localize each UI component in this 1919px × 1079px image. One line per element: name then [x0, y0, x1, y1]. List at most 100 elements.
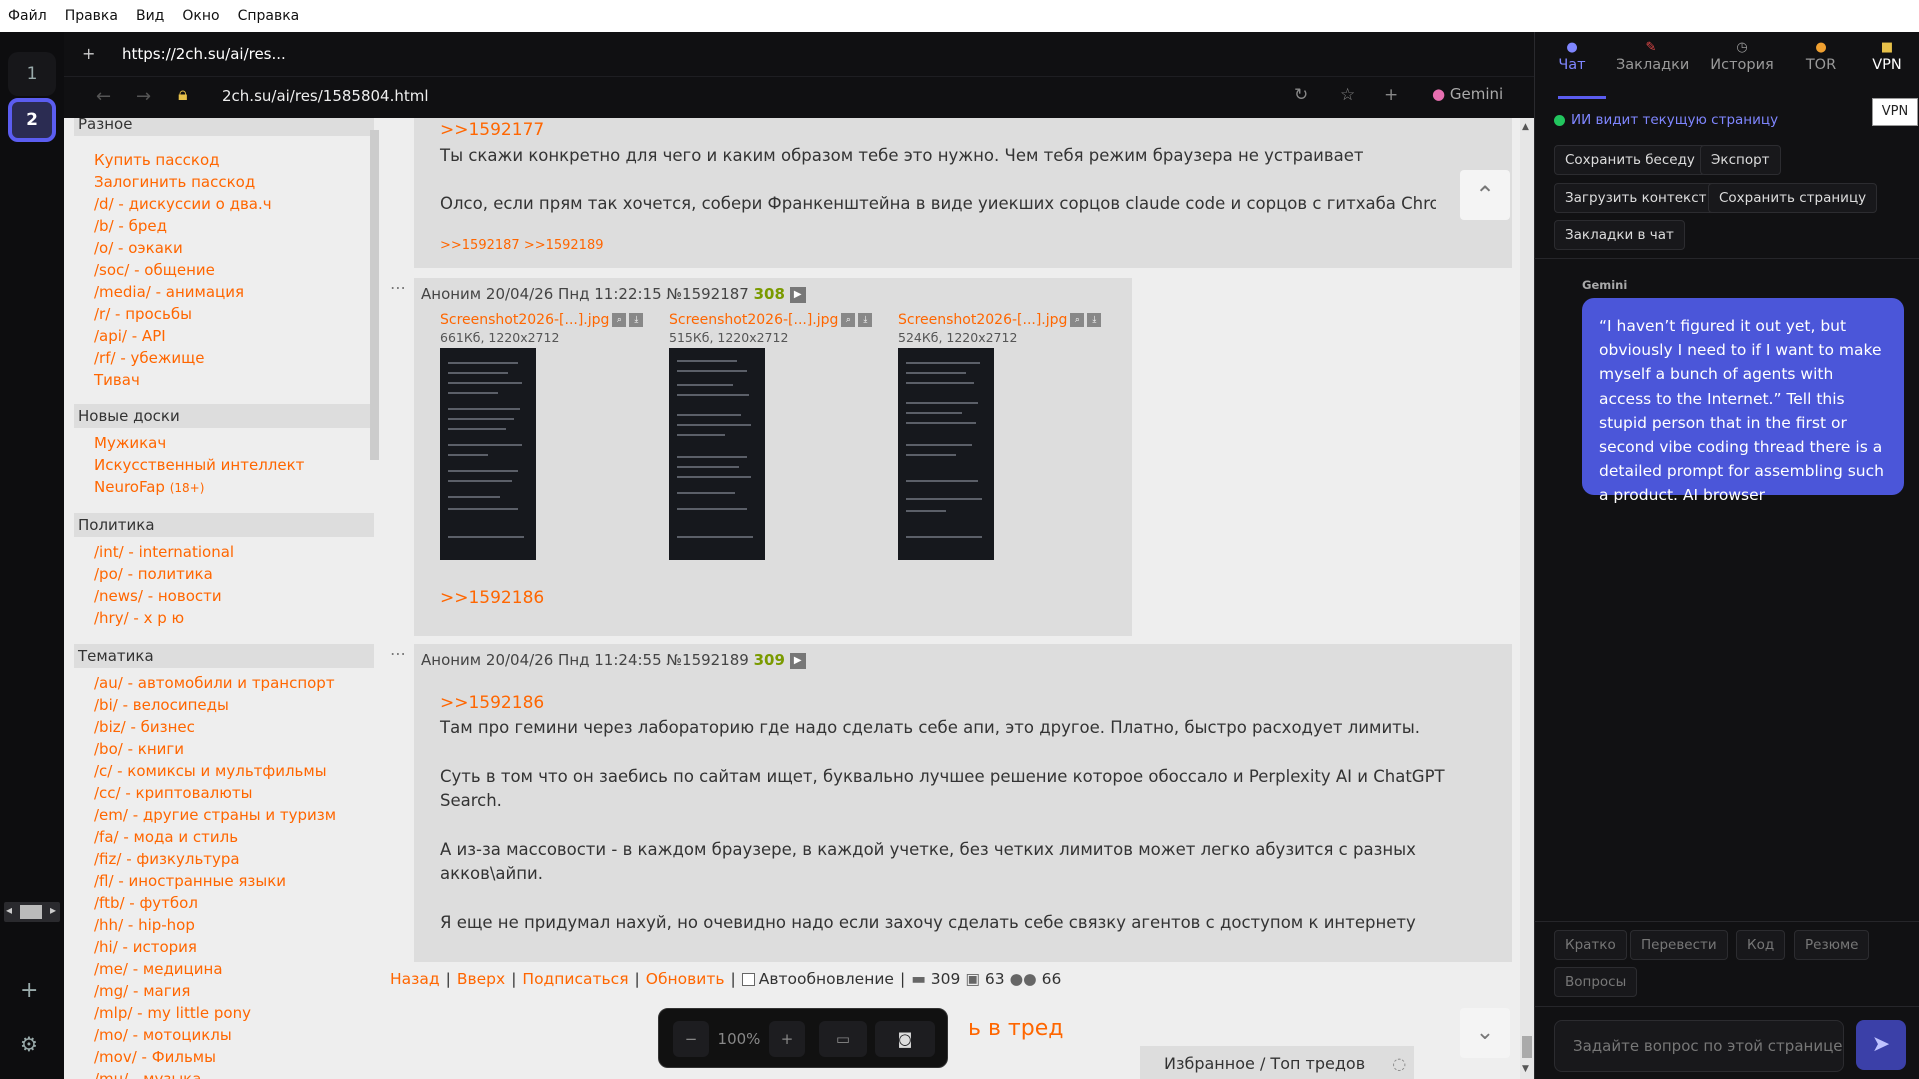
- tab-tor[interactable]: ● TOR: [1786, 40, 1856, 73]
- scroll-left-icon[interactable]: ◂: [6, 903, 12, 917]
- post-id[interactable]: №1592187: [666, 285, 748, 303]
- nav-link[interactable]: Мужикач: [94, 434, 166, 452]
- download-icon[interactable]: ⤓: [858, 313, 873, 327]
- file-name[interactable]: Screenshot2026-[...].jpg: [440, 312, 609, 328]
- bookmarks-to-chat-button[interactable]: Закладки в чат: [1554, 220, 1685, 250]
- autorefresh-checkbox[interactable]: [741, 973, 755, 986]
- refresh-link[interactable]: Обновить: [646, 970, 725, 988]
- tab-title[interactable]: https://2ch.su/ai/res...: [122, 45, 286, 63]
- nav-link[interactable]: /hi/ - история: [94, 938, 197, 956]
- nav-link[interactable]: /mov/ - Фильмы: [94, 1048, 216, 1066]
- tab-chat[interactable]: ● Чат: [1537, 40, 1607, 73]
- quick-translate-button[interactable]: Перевести: [1630, 930, 1728, 960]
- quick-resume-button[interactable]: Резюме: [1794, 930, 1870, 960]
- workspace-1-button[interactable]: 1: [8, 52, 56, 96]
- forward-arrow-icon[interactable]: →: [136, 86, 151, 107]
- post-ref-link[interactable]: >>1592177: [440, 120, 544, 140]
- quick-questions-button[interactable]: Вопросы: [1554, 967, 1638, 997]
- post-menu-icon[interactable]: ⋯: [390, 278, 406, 297]
- export-button[interactable]: Экспорт: [1700, 145, 1781, 175]
- play-icon[interactable]: ▶: [789, 652, 806, 669]
- nav-link[interactable]: /soc/ - общение: [94, 261, 215, 279]
- subscribe-link[interactable]: Подписаться: [522, 970, 628, 988]
- back-arrow-icon[interactable]: ←: [96, 86, 111, 107]
- address-input[interactable]: 2ch.su/ai/res/1585804.html: [222, 87, 429, 105]
- nav-link[interactable]: /fiz/ - физкультура: [94, 850, 240, 868]
- nav-link[interactable]: Тивач: [94, 371, 140, 389]
- scroll-up-arrow-icon[interactable]: ▲: [1522, 122, 1529, 132]
- nav-link[interactable]: /d/ - дискуссии о два.ч: [94, 195, 272, 213]
- nav-link[interactable]: /cc/ - криптовалюты: [94, 784, 252, 802]
- save-chat-button[interactable]: Сохранить беседу: [1554, 145, 1706, 175]
- nav-link[interactable]: /bi/ - велосипеды: [94, 696, 229, 714]
- file-link[interactable]: Screenshot2026-[...].jpg ⌕ ⤓: [440, 312, 644, 328]
- menu-help[interactable]: Справка: [238, 8, 300, 24]
- image-thumbnail[interactable]: [440, 348, 536, 560]
- scroll-down-arrow-icon[interactable]: ▼: [1522, 1064, 1529, 1074]
- workspace-2-button[interactable]: 2: [8, 98, 56, 142]
- nav-link[interactable]: /rf/ - убежище: [94, 349, 204, 367]
- menu-edit[interactable]: Правка: [65, 8, 118, 24]
- nav-link[interactable]: /bo/ - книги: [94, 740, 184, 758]
- camera-icon[interactable]: ◙: [875, 1021, 935, 1057]
- nav-link[interactable]: /mlp/ - my little pony: [94, 1004, 251, 1022]
- file-link[interactable]: Screenshot2026-[...].jpg ⌕ ⤓: [898, 312, 1102, 328]
- favorites-bar[interactable]: Избранное / Топ тредов ◌: [1140, 1046, 1414, 1079]
- nav-link[interactable]: Купить пасскод: [94, 151, 220, 169]
- nav-link[interactable]: /po/ - политика: [94, 565, 213, 583]
- file-name[interactable]: Screenshot2026-[...].jpg: [669, 312, 838, 328]
- search-icon[interactable]: ⌕: [1070, 313, 1085, 327]
- nav-link[interactable]: /ftb/ - футбол: [94, 894, 198, 912]
- nav-link[interactable]: /hh/ - hip-hop: [94, 916, 195, 934]
- nav-link[interactable]: /api/ - API: [94, 327, 166, 345]
- scroll-right-icon[interactable]: ▸: [50, 903, 56, 917]
- tab-bookmarks[interactable]: ✎ Закладки: [1616, 40, 1689, 73]
- bookmark-star-icon[interactable]: ☆: [1340, 85, 1355, 105]
- download-icon[interactable]: ⤓: [1087, 313, 1102, 327]
- nav-link[interactable]: /me/ - медицина: [94, 960, 223, 978]
- page-scroll-thumb[interactable]: [1522, 1036, 1532, 1058]
- download-icon[interactable]: ⤓: [629, 313, 644, 327]
- post-ref-link[interactable]: >>1592186: [440, 588, 544, 608]
- rail-scroll-thumb[interactable]: [20, 905, 42, 919]
- page-scrollbar[interactable]: ▲ ▼: [1520, 118, 1534, 1079]
- nav-link[interactable]: /r/ - просьбы: [94, 305, 192, 323]
- reload-icon[interactable]: ↻: [1294, 85, 1308, 105]
- nav-link[interactable]: /au/ - автомобили и транспорт: [94, 674, 335, 692]
- tab-history[interactable]: ◷ История: [1707, 40, 1777, 73]
- quick-summary-button[interactable]: Кратко: [1554, 930, 1627, 960]
- post-menu-icon[interactable]: ⋯: [390, 644, 406, 663]
- rail-scrollbar[interactable]: ◂ ▸: [4, 902, 60, 922]
- zoom-out-button[interactable]: −: [673, 1021, 709, 1057]
- image-thumbnail[interactable]: [898, 348, 994, 560]
- nav-link[interactable]: Искусственный интеллект: [94, 456, 304, 474]
- save-page-button[interactable]: Сохранить страницу: [1708, 183, 1878, 213]
- play-icon[interactable]: ▶: [789, 286, 806, 303]
- screen-icon[interactable]: ▭: [819, 1021, 867, 1057]
- nav-link[interactable]: /mu/ - музыка: [94, 1070, 201, 1079]
- quick-code-button[interactable]: Код: [1736, 930, 1786, 960]
- menu-file[interactable]: Файл: [8, 8, 47, 24]
- post-id[interactable]: №1592189: [666, 651, 748, 669]
- file-name[interactable]: Screenshot2026-[...].jpg: [898, 312, 1067, 328]
- search-icon[interactable]: ⌕: [841, 313, 856, 327]
- nav-link[interactable]: Залогинить пасскод: [94, 173, 255, 191]
- ask-input[interactable]: [1554, 1020, 1844, 1072]
- new-tab-icon[interactable]: +: [82, 44, 95, 63]
- image-thumbnail[interactable]: [669, 348, 765, 560]
- scroll-down-button[interactable]: ⌄: [1460, 1008, 1510, 1058]
- nav-link[interactable]: /hry/ - х р ю: [94, 609, 184, 627]
- nav-link[interactable]: /fa/ - мода и стиль: [94, 828, 238, 846]
- nav-link[interactable]: /em/ - другие страны и туризм: [94, 806, 336, 824]
- scroll-up-button[interactable]: ⌃: [1460, 170, 1510, 220]
- add-workspace-icon[interactable]: +: [20, 978, 38, 1003]
- file-link[interactable]: Screenshot2026-[...].jpg ⌕ ⤓: [669, 312, 873, 328]
- nav-link[interactable]: /fl/ - иностранные языки: [94, 872, 286, 890]
- reply-in-thread-link[interactable]: ь в тред: [968, 1016, 1063, 1041]
- nav-link[interactable]: /int/ - international: [94, 543, 234, 561]
- nav-link[interactable]: /o/ - оэкаки: [94, 239, 183, 257]
- post-replies[interactable]: >>1592187 >>1592189: [440, 238, 604, 253]
- menu-view[interactable]: Вид: [136, 8, 164, 24]
- nav-link[interactable]: /news/ - новости: [94, 587, 222, 605]
- nav-link[interactable]: /mo/ - мотоциклы: [94, 1026, 232, 1044]
